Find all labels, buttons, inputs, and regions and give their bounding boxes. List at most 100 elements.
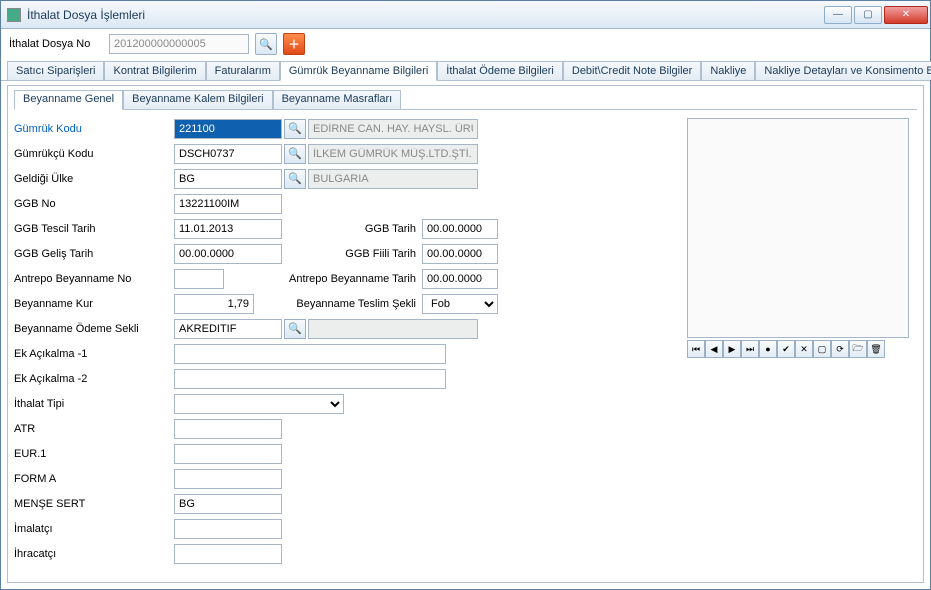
- nav-delete-button[interactable]: 🗑: [867, 340, 885, 358]
- ihracatci-input[interactable]: [174, 544, 282, 564]
- atr-label: ATR: [14, 423, 174, 435]
- beyanname-kur-label: Beyanname Kur: [14, 298, 174, 310]
- window-controls: — ▢ ✕: [824, 6, 928, 24]
- ggb-tescil-tarih-input[interactable]: [174, 219, 282, 239]
- gumrukcu-kodu-lookup[interactable]: 🔍: [284, 144, 306, 164]
- maximize-button[interactable]: ▢: [854, 6, 882, 24]
- ithalat-tipi-label: İthalat Tipi: [14, 398, 174, 410]
- nav-record-button[interactable]: ●: [759, 340, 777, 358]
- close-button[interactable]: ✕: [884, 6, 928, 24]
- forma-label: FORM A: [14, 473, 174, 485]
- mense-input[interactable]: [174, 494, 282, 514]
- nav-prev-button[interactable]: ◀: [705, 340, 723, 358]
- eur1-label: EUR.1: [14, 448, 174, 460]
- ggb-no-label: GGB No: [14, 198, 174, 210]
- tab-nakliye[interactable]: Nakliye: [701, 61, 755, 80]
- search-icon: 🔍: [259, 38, 273, 51]
- form-area: Gümrük Kodu 🔍 Gümrükçü Kodu 🔍 Geldiği Ül…: [14, 110, 917, 566]
- sub-tabs: Beyanname Genel Beyanname Kalem Bilgiler…: [14, 90, 917, 110]
- antrepo-no-input[interactable]: [174, 269, 224, 289]
- subtab-beyanname-masraf[interactable]: Beyanname Masrafları: [273, 90, 402, 109]
- ihracatci-label: İhracatçı: [14, 548, 174, 560]
- tab-faturalarim[interactable]: Faturalarım: [206, 61, 280, 80]
- nav-last-button[interactable]: ⏭: [741, 340, 759, 358]
- tab-debit-credit[interactable]: Debit\Credit Note Bilgiler: [563, 61, 701, 80]
- subtab-beyanname-kalem[interactable]: Beyanname Kalem Bilgileri: [123, 90, 272, 109]
- tab-nakliye-detaylari[interactable]: Nakliye Detayları ve Konsimento Bilgiler…: [755, 61, 931, 80]
- ek-acikalma2-input[interactable]: [174, 369, 446, 389]
- tab-gumruk-beyanname[interactable]: Gümrük Beyanname Bilgileri: [280, 61, 437, 81]
- ek-acikalma1-label: Ek Açıkalma -1: [14, 348, 174, 360]
- dosya-no-input[interactable]: [109, 34, 249, 54]
- gumrukcu-kodu-input[interactable]: [174, 144, 282, 164]
- subtab-beyanname-genel[interactable]: Beyanname Genel: [14, 90, 123, 110]
- atr-input[interactable]: [174, 419, 282, 439]
- ggb-tescil-tarih-label: GGB Tescil Tarih: [14, 223, 174, 235]
- search-icon: 🔍: [288, 122, 302, 135]
- image-panel: ⏮ ◀ ▶ ⏭ ● ✔ ✕ ▢ ⟳ 🗁 🗑: [687, 116, 917, 566]
- imalatci-input[interactable]: [174, 519, 282, 539]
- geldigi-ulke-lookup[interactable]: 🔍: [284, 169, 306, 189]
- ggb-gelis-tarih-input[interactable]: [174, 244, 282, 264]
- geldigi-ulke-input[interactable]: [174, 169, 282, 189]
- gumrukcu-kodu-label: Gümrükçü Kodu: [14, 148, 174, 160]
- odeme-sekli-desc: [308, 319, 478, 339]
- lookup-button[interactable]: 🔍: [255, 33, 277, 55]
- nav-next-button[interactable]: ▶: [723, 340, 741, 358]
- nav-first-button[interactable]: ⏮: [687, 340, 705, 358]
- gumruk-kodu-lookup[interactable]: 🔍: [284, 119, 306, 139]
- nav-cancel-button[interactable]: ✕: [795, 340, 813, 358]
- app-icon: [7, 8, 21, 22]
- teslim-sekli-select[interactable]: Fob: [422, 294, 498, 314]
- nav-refresh-button[interactable]: ⟳: [831, 340, 849, 358]
- eur1-input[interactable]: [174, 444, 282, 464]
- gumrukcu-kodu-desc: [308, 144, 478, 164]
- titlebar: İthalat Dosya İşlemleri — ▢ ✕: [1, 1, 930, 29]
- ggb-fiili-tarih-input[interactable]: [422, 244, 498, 264]
- tab-satici-siparisleri[interactable]: Satıcı Siparişleri: [7, 61, 104, 80]
- odeme-sekli-label: Beyanname Ödeme Sekli: [14, 323, 174, 335]
- nav-box-button[interactable]: ▢: [813, 340, 831, 358]
- geldigi-ulke-label: Geldiği Ülke: [14, 173, 174, 185]
- nav-ok-button[interactable]: ✔: [777, 340, 795, 358]
- dosya-no-label: İthalat Dosya No: [9, 38, 103, 50]
- search-icon: 🔍: [288, 322, 302, 335]
- main-tabs: Satıcı Siparişleri Kontrat Bilgilerim Fa…: [1, 59, 930, 81]
- gumruk-kodu-input[interactable]: [174, 119, 282, 139]
- antrepo-no-label: Antrepo Beyanname No: [14, 273, 174, 285]
- window: İthalat Dosya İşlemleri — ▢ ✕ İthalat Do…: [0, 0, 931, 590]
- mense-label: MENŞE SERT: [14, 498, 174, 510]
- antrepo-tarih-input[interactable]: [422, 269, 498, 289]
- ek-acikalma2-label: Ek Açıkalma -2: [14, 373, 174, 385]
- odeme-sekli-lookup[interactable]: 🔍: [284, 319, 306, 339]
- add-button[interactable]: ＋: [283, 33, 305, 55]
- toolbar: İthalat Dosya No 🔍 ＋: [1, 29, 930, 59]
- ggb-fiili-tarih-label: GGB Fiili Tarih: [282, 248, 422, 260]
- tab-ithalat-odeme[interactable]: İthalat Ödeme Bilgileri: [437, 61, 563, 80]
- ithalat-tipi-select[interactable]: [174, 394, 344, 414]
- nav-open-button[interactable]: 🗁: [849, 340, 867, 358]
- plus-icon: ＋: [289, 36, 300, 52]
- imalatci-label: İmalatçı: [14, 523, 174, 535]
- geldigi-ulke-desc: [308, 169, 478, 189]
- ggb-gelis-tarih-label: GGB Geliş Tarih: [14, 248, 174, 260]
- form-left: Gümrük Kodu 🔍 Gümrükçü Kodu 🔍 Geldiği Ül…: [14, 116, 667, 566]
- tab-kontrat-bilgilerim[interactable]: Kontrat Bilgilerim: [104, 61, 205, 80]
- search-icon: 🔍: [288, 147, 302, 160]
- beyanname-kur-input[interactable]: [174, 294, 254, 314]
- ggb-tarih-input[interactable]: [422, 219, 498, 239]
- minimize-button[interactable]: —: [824, 6, 852, 24]
- forma-input[interactable]: [174, 469, 282, 489]
- search-icon: 🔍: [288, 172, 302, 185]
- teslim-sekli-label: Beyanname Teslim Şekli: [254, 298, 422, 310]
- record-navigator: ⏮ ◀ ▶ ⏭ ● ✔ ✕ ▢ ⟳ 🗁 🗑: [687, 340, 917, 358]
- gumruk-kodu-desc: [308, 119, 478, 139]
- antrepo-tarih-label: Antrepo Beyanname Tarih: [224, 273, 422, 285]
- ggb-no-input[interactable]: [174, 194, 282, 214]
- window-title: İthalat Dosya İşlemleri: [27, 8, 824, 22]
- ek-acikalma1-input[interactable]: [174, 344, 446, 364]
- ggb-tarih-label: GGB Tarih: [282, 223, 422, 235]
- odeme-sekli-input[interactable]: [174, 319, 282, 339]
- gumruk-kodu-label: Gümrük Kodu: [14, 123, 174, 135]
- image-preview: [687, 118, 909, 338]
